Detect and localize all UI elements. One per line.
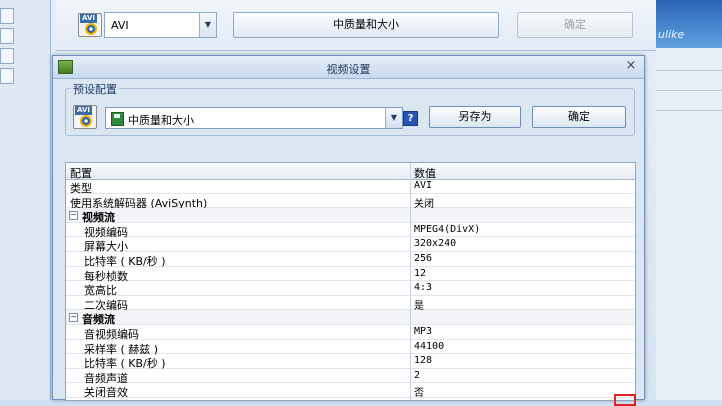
close-icon[interactable]: × bbox=[624, 58, 638, 74]
property-value[interactable]: 2 bbox=[414, 370, 420, 381]
property-value[interactable]: 否 bbox=[414, 384, 424, 399]
table-row[interactable]: 类型 AVI bbox=[66, 179, 635, 195]
collapse-icon[interactable]: − bbox=[69, 211, 78, 221]
column-divider[interactable] bbox=[410, 163, 411, 400]
sidebar-tile[interactable] bbox=[0, 68, 14, 84]
preset-group-legend: 预设配置 bbox=[71, 81, 119, 97]
table-row[interactable]: 二次编码是 bbox=[66, 296, 635, 312]
sidebar-tile[interactable] bbox=[0, 28, 14, 44]
preset-button[interactable]: 中质量和大小 bbox=[233, 12, 499, 38]
table-row[interactable]: 关闭音效 否 bbox=[66, 383, 635, 400]
avi-format-icon: AVI bbox=[78, 13, 102, 37]
sidebar-tile[interactable] bbox=[0, 48, 14, 64]
table-row[interactable]: 比特率 ( KB/秒 ) 128 bbox=[66, 354, 635, 370]
table-row[interactable]: 每秒桢数 12 bbox=[66, 267, 635, 283]
video-settings-dialog: 视频设置 × 预设配置 AVI 中质量和大小 ▼ ? 另存为 确定 配置 数值 … bbox=[52, 55, 645, 401]
property-value[interactable]: 12 bbox=[414, 268, 426, 279]
ok-button-disabled: 确定 bbox=[517, 12, 633, 38]
table-row[interactable]: 比特率 ( KB/秒 ) 256 bbox=[66, 252, 635, 268]
help-icon[interactable]: ? bbox=[403, 111, 418, 126]
table-row[interactable]: 视频编码 MPEG4(DivX) bbox=[66, 223, 635, 239]
chevron-down-icon[interactable]: ▼ bbox=[385, 108, 402, 128]
save-as-button[interactable]: 另存为 bbox=[429, 106, 521, 128]
format-select-value: AVI bbox=[111, 19, 129, 32]
brand-banner: ulike bbox=[656, 0, 722, 48]
avi-format-icon: AVI bbox=[73, 105, 97, 129]
property-value[interactable]: MP3 bbox=[414, 326, 432, 337]
banner-text: ulike bbox=[658, 28, 685, 41]
dialog-title: 视频设置 bbox=[326, 63, 371, 76]
preset-select-value: 中质量和大小 bbox=[128, 114, 194, 127]
table-row[interactable]: 音视频编码 MP3 bbox=[66, 325, 635, 341]
table-row[interactable]: 屏幕大小 320x240 bbox=[66, 237, 635, 253]
confirm-button[interactable]: 确定 bbox=[532, 106, 626, 128]
property-grid[interactable]: 配置 数值 类型 AVI 使用系统解码器 (AviSynth) 关闭 − 视频流 视频编码 M… bbox=[65, 162, 636, 401]
grid-category-row[interactable]: − 视频流 bbox=[66, 208, 635, 224]
property-name: 关闭音效 bbox=[84, 386, 128, 400]
property-value[interactable]: 4:3 bbox=[414, 282, 432, 293]
floppy-icon bbox=[111, 112, 124, 126]
right-panel: ulike bbox=[656, 0, 722, 400]
table-row[interactable]: 采样率 ( 赫兹 ) 44100 bbox=[66, 340, 635, 356]
left-sidebar-strip bbox=[0, 0, 51, 400]
format-select[interactable]: AVI ▼ bbox=[104, 12, 217, 38]
grid-category-row[interactable]: − 音频流 bbox=[66, 310, 635, 326]
table-row[interactable]: 音频声道 2 bbox=[66, 369, 635, 385]
table-row[interactable]: 使用系统解码器 (AviSynth) 关闭 bbox=[66, 194, 635, 210]
dialog-titlebar[interactable]: 视频设置 × bbox=[53, 56, 644, 79]
collapse-icon[interactable]: − bbox=[69, 313, 78, 323]
grid-header: 配置 数值 bbox=[66, 163, 635, 180]
property-value[interactable]: AVI bbox=[414, 180, 432, 191]
preset-select[interactable]: 中质量和大小 ▼ bbox=[105, 107, 403, 129]
property-value[interactable]: 256 bbox=[414, 253, 432, 264]
property-value[interactable]: 44100 bbox=[414, 341, 444, 352]
highlight-marker bbox=[614, 394, 636, 406]
property-value[interactable]: 320x240 bbox=[414, 238, 456, 249]
property-value[interactable]: MPEG4(DivX) bbox=[414, 224, 480, 235]
chevron-down-icon[interactable]: ▼ bbox=[199, 13, 216, 37]
sidebar-tile[interactable] bbox=[0, 8, 14, 24]
table-row[interactable]: 宽高比 4:3 bbox=[66, 281, 635, 297]
property-value[interactable]: 128 bbox=[414, 355, 432, 366]
